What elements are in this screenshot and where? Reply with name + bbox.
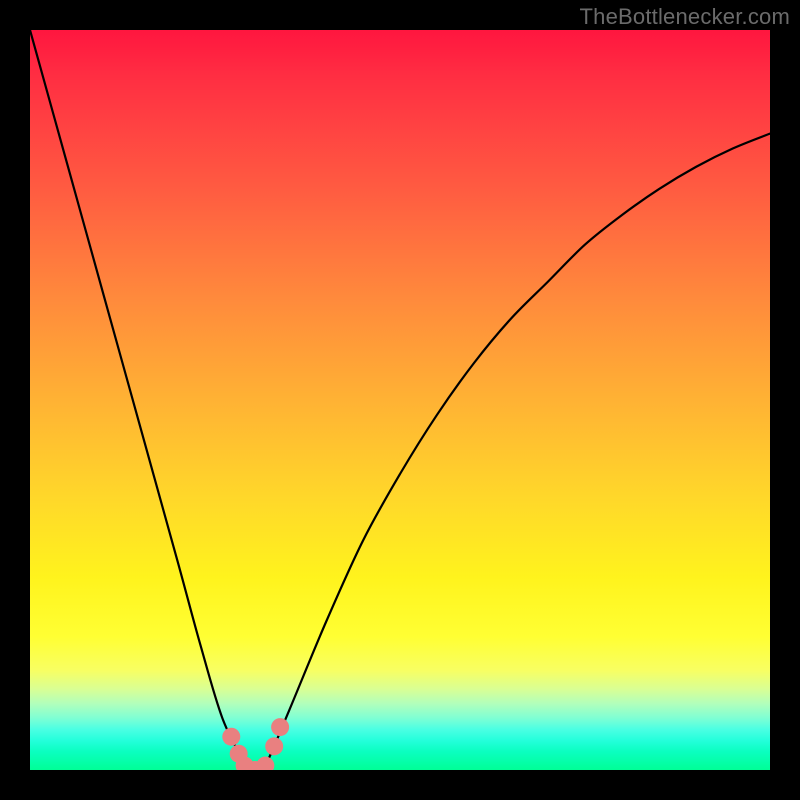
marker-right-mid xyxy=(265,737,283,755)
chart-frame: TheBottlenecker.com xyxy=(0,0,800,800)
marker-left-upper xyxy=(222,728,240,746)
markers-group xyxy=(222,718,289,770)
chart-svg xyxy=(30,30,770,770)
marker-bottom-3 xyxy=(256,757,274,770)
plot-area xyxy=(30,30,770,770)
watermark-text: TheBottlenecker.com xyxy=(580,4,790,30)
bottleneck-curve xyxy=(30,30,770,770)
marker-right-upper xyxy=(271,718,289,736)
